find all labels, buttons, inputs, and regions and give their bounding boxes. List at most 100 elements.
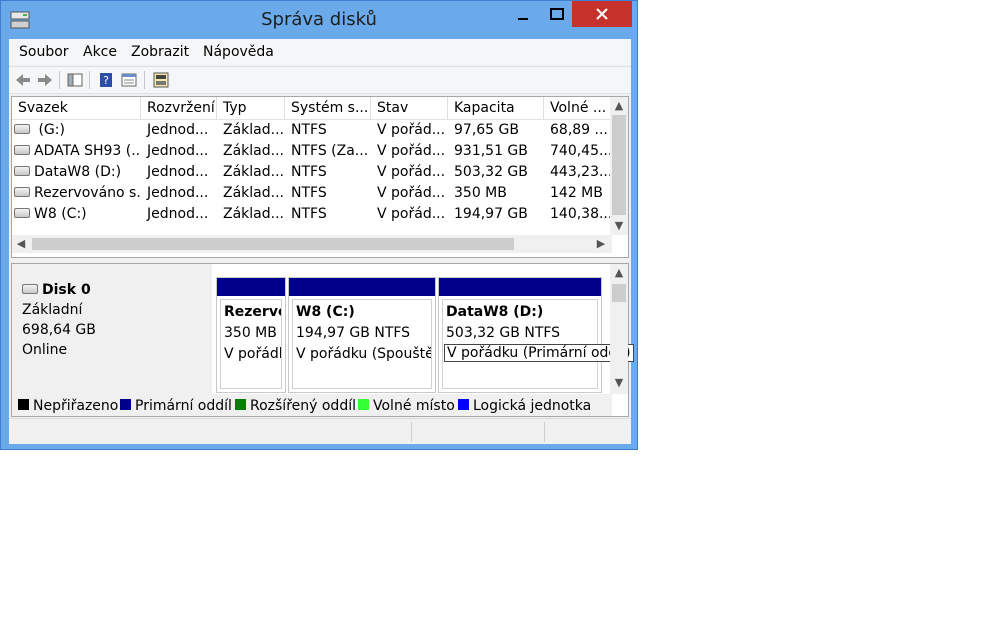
disk-settings-icon[interactable] [152,71,170,89]
scroll-up-icon[interactable]: ▲ [610,264,628,282]
minimize-button[interactable] [504,1,542,27]
disk-info[interactable]: Disk 0 Základní 698,64 GB Online [12,264,212,394]
partition-name: Rezervo [224,304,282,320]
legend-label: Nepřiřazeno [33,398,119,414]
column-header-status[interactable]: Stav [371,97,448,119]
capacity-cell: 350 MB [454,185,507,201]
type-cell: Základ... [223,206,284,222]
partition-size: 350 MB N [224,325,281,341]
maximize-icon [550,8,564,20]
column-header-layout[interactable]: Rozvržení [141,97,217,119]
table-row[interactable]: (G:) Jednod... Základ... NTFS V pořád...… [12,120,612,141]
disk-name-label: Disk 0 [42,282,91,298]
properties-icon[interactable] [120,71,138,89]
menu-napoveda[interactable]: Nápověda [203,44,274,60]
disk-name: Disk 0 [22,282,91,298]
disk-size: 698,64 GB [22,322,96,338]
volume-cell: (G:) [12,120,141,141]
capacity-cell: 194,97 GB [454,206,528,222]
column-header-filesystem[interactable]: Systém s... [285,97,371,119]
partition-body: W8 (C:) 194,97 GB NTFS V pořádku (Spoušt… [292,299,432,389]
partition-name: DataW8 (D:) [446,304,544,320]
minimize-icon [518,18,528,20]
help-icon[interactable]: ? [97,71,115,89]
status-cell: V pořád... [377,122,446,138]
filesystem-cell: NTFS [291,122,327,138]
scrollbar-thumb[interactable] [612,115,626,215]
legend-label: Rozšířený oddíl [250,398,356,414]
capacity-cell: 931,51 GB [454,143,528,159]
table-row[interactable]: Rezervováno s... Jednod... Základ... NTF… [12,183,612,204]
layout-cell: Jednod... [147,164,209,180]
menu-bar: Soubor Akce Zobrazit Nápověda [9,39,631,65]
toolbar-separator [144,71,145,89]
legend-label: Volné místo [373,398,455,414]
toolbar-separator [89,71,90,89]
volume-list-horizontal-scrollbar[interactable]: ◀ ▶ [12,235,612,253]
filesystem-cell: NTFS [291,185,327,201]
legend-primary-partition: Primární oddíl [120,398,232,414]
table-row[interactable]: ADATA SH93 (... Jednod... Základ... NTFS… [12,141,612,162]
back-arrow-icon[interactable] [14,71,32,89]
disk-map-vertical-scrollbar[interactable]: ▲ ▼ [610,264,628,394]
free-space-cell: 68,89 ... [550,122,608,138]
status-cell: V pořád... [377,164,446,180]
legend-swatch [18,398,29,410]
volume-name: (G:) [38,122,65,138]
volume-list: Svazek Rozvržení Typ Systém s... Stav Ka… [11,96,629,258]
scrollbar-thumb[interactable] [612,284,626,302]
menu-soubor[interactable]: Soubor [19,44,69,60]
partition-w8-c[interactable]: W8 (C:) 194,97 GB NTFS V pořádku (Spoušt… [288,277,436,393]
partition-reserved[interactable]: Rezervo 350 MB N V pořádk [216,277,286,393]
scroll-right-icon[interactable]: ▶ [592,235,610,253]
scroll-up-icon[interactable]: ▲ [610,97,628,115]
column-header-type[interactable]: Typ [217,97,285,119]
scroll-down-icon[interactable]: ▼ [610,217,628,235]
partition-body: DataW8 (D:) 503,32 GB NTFS V pořádku (Pr… [442,299,634,389]
volume-name: DataW8 (D:) [34,164,122,180]
legend-logical-drive: Logická jednotka [458,398,591,414]
volume-cell: W8 (C:) [12,204,141,225]
filesystem-cell: NTFS [291,164,327,180]
column-header-volume[interactable]: Svazek [12,97,141,119]
title-bar[interactable]: Správa disků [1,1,637,39]
table-row[interactable]: W8 (C:) Jednod... Základ... NTFS V pořád… [12,204,612,225]
partition-dataw8-d[interactable]: DataW8 (D:) 503,32 GB NTFS V pořádku (Pr… [438,277,634,393]
status-separator [544,422,545,442]
status-bar [9,418,631,444]
status-separator [411,422,412,442]
column-header-free-space[interactable]: Volné ... [544,97,612,119]
scroll-left-icon[interactable]: ◀ [12,235,30,253]
capacity-cell: 97,65 GB [454,122,519,138]
volume-list-vertical-scrollbar[interactable]: ▲ ▼ [610,97,628,235]
type-cell: Základ... [223,185,284,201]
menu-zobrazit[interactable]: Zobrazit [131,44,189,60]
free-space-cell: 140,38... [550,206,612,222]
table-row[interactable]: DataW8 (D:) Jednod... Základ... NTFS V p… [12,162,612,183]
disk-icon [22,284,38,294]
close-button[interactable] [572,1,632,27]
scrollbar-thumb[interactable] [32,238,514,250]
show-hide-tree-icon[interactable] [66,71,84,89]
forward-arrow-icon[interactable] [36,71,54,89]
maximize-button[interactable] [542,1,572,27]
type-cell: Základ... [223,143,284,159]
disk-management-window: Správa disků Soubor Akce Zobrazit Nápově… [0,0,638,450]
legend-swatch [358,398,369,410]
close-icon [596,8,608,20]
status-cell: V pořád... [377,185,446,201]
drive-icon [14,145,30,155]
partition-size: 194,97 GB NTFS [296,325,411,341]
volume-name: Rezervováno s... [34,185,141,201]
status-cell: V pořád... [377,143,446,159]
drive-icon [14,124,30,134]
svg-text:?: ? [103,74,109,87]
scroll-down-icon[interactable]: ▼ [610,374,628,392]
column-header-capacity[interactable]: Kapacita [448,97,544,119]
partition-body: Rezervo 350 MB N V pořádk [220,299,282,389]
legend-label: Logická jednotka [473,398,592,414]
client-area: Soubor Akce Zobrazit Nápověda ? Svazek R… [9,39,634,444]
disk-map-panel: Disk 0 Základní 698,64 GB Online Rezervo… [11,263,634,417]
layout-cell: Jednod... [147,143,209,159]
menu-akce[interactable]: Akce [83,44,117,60]
